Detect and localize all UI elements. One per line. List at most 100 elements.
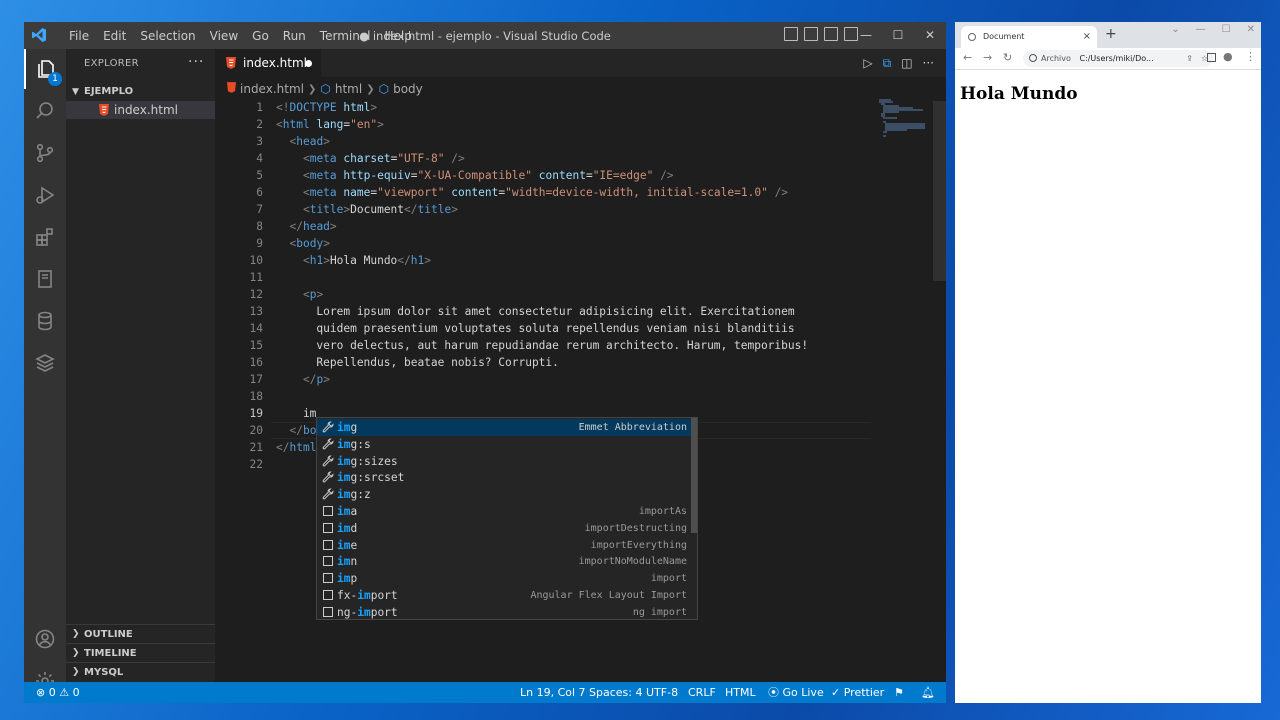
editor-scrollbar[interactable]	[933, 99, 946, 682]
suggestion-item[interactable]: fx-import Angular Flex Layout Import	[317, 587, 691, 604]
code-line[interactable]: 13 Lorem ipsum dolor sit amet consectetu…	[215, 303, 875, 320]
suggestion-item[interactable]: imp import	[317, 570, 691, 587]
browser-menu-chevron-icon[interactable]: ⌄	[1171, 24, 1179, 35]
toggle-sidebar-icon[interactable]	[784, 27, 798, 41]
browser-tab[interactable]: Document ×	[961, 26, 1097, 48]
mysql-section[interactable]: ❯ MYSQL	[66, 662, 215, 681]
scrollbar-thumb[interactable]	[933, 101, 946, 281]
code-line[interactable]: 11	[215, 269, 875, 286]
code-line[interactable]: 9 <body>	[215, 235, 875, 252]
code-line[interactable]: 17 </p>	[215, 371, 875, 388]
code-line[interactable]: 18	[215, 388, 875, 405]
browser-close-button[interactable]: ✕	[1247, 24, 1255, 35]
profile-icon[interactable]: ●	[1223, 50, 1233, 63]
code-text: <meta charset="UTF-8" />	[302, 152, 465, 165]
close-window-button[interactable]: ✕	[914, 22, 946, 49]
notebook-icon[interactable]	[24, 259, 66, 299]
menu-selection[interactable]: Selection	[133, 29, 202, 43]
line-number: 20	[249, 424, 263, 437]
prettier-button[interactable]: ✓ Prettier	[831, 682, 884, 703]
code-line[interactable]: 7 <title>Document</title>	[215, 201, 875, 218]
menu-run[interactable]: Run	[276, 29, 313, 43]
code-line[interactable]: 10 <h1>Hola Mundo</h1>	[215, 252, 875, 269]
share-icon[interactable]: ⇪	[1186, 50, 1193, 67]
close-tab-icon[interactable]: ×	[1083, 26, 1091, 48]
menu-file[interactable]: File	[62, 29, 96, 43]
run-debug-icon[interactable]	[24, 175, 66, 215]
code-line[interactable]: 14 quidem praesentium voluptates soluta …	[215, 320, 875, 337]
run-icon[interactable]: ▷	[863, 56, 872, 71]
code-line[interactable]: 5 <meta http-equiv="X-UA-Compatible" con…	[215, 167, 875, 184]
search-icon[interactable]	[24, 91, 66, 131]
file-index-html[interactable]: index.html	[66, 101, 215, 119]
explorer-icon[interactable]: 1	[24, 49, 66, 89]
code-line[interactable]: 15 vero delectus, aut harum repudiandae …	[215, 337, 875, 354]
extensions-icon[interactable]	[24, 217, 66, 257]
code-line[interactable]: 16 Repellendus, beatae nobis? Corrupti.	[215, 354, 875, 371]
broadcast-icon: ⦿	[768, 686, 779, 699]
new-tab-button[interactable]: +	[1105, 26, 1117, 42]
code-line[interactable]: 8 </head>	[215, 218, 875, 235]
suggestion-item[interactable]: ime importEverything	[317, 537, 691, 554]
breadcrumb-html[interactable]: html	[335, 82, 362, 96]
suggestion-item[interactable]: ng-import ng import	[317, 604, 691, 621]
timeline-section[interactable]: ❯ TIMELINE	[66, 643, 215, 662]
outline-section[interactable]: ❯ OUTLINE	[66, 624, 215, 643]
suggestion-item[interactable]: img:s	[317, 436, 691, 453]
breadcrumb-body[interactable]: body	[393, 82, 423, 96]
code-text: <meta name="viewport" content="width=dev…	[302, 186, 789, 199]
suggestion-label: imp	[337, 572, 358, 586]
open-preview-icon[interactable]: ⧉	[883, 56, 892, 71]
split-editor-icon[interactable]: ◫	[901, 56, 912, 71]
suggestion-scrollbar[interactable]	[691, 418, 697, 533]
browser-minimize-button[interactable]: —	[1196, 24, 1206, 35]
suggestion-item[interactable]: ima importAs	[317, 503, 691, 520]
toggle-panel-icon[interactable]	[804, 27, 818, 41]
indentation[interactable]: Spaces: 4	[589, 682, 642, 703]
breadcrumb-file[interactable]: index.html	[240, 82, 304, 96]
toggle-secondary-sidebar-icon[interactable]	[824, 27, 838, 41]
menu-edit[interactable]: Edit	[96, 29, 133, 43]
suggestion-item[interactable]: img:srcset	[317, 469, 691, 486]
language-mode[interactable]: HTML	[725, 682, 756, 703]
go-live-button[interactable]: ⦿ Go Live	[768, 682, 824, 703]
code-line[interactable]: 12 <p>	[215, 286, 875, 303]
bell-icon[interactable]: 🔔︎	[921, 682, 935, 703]
minimap[interactable]	[879, 99, 929, 139]
reload-icon[interactable]: ↻	[1003, 51, 1012, 64]
menu-go[interactable]: Go	[245, 29, 276, 43]
suggestion-item[interactable]: img:sizes	[317, 453, 691, 470]
source-control-icon[interactable]	[24, 133, 66, 173]
explorer-more-button[interactable]: ···	[188, 54, 204, 70]
account-icon[interactable]	[24, 619, 66, 659]
code-line[interactable]: 3 <head>	[215, 133, 875, 150]
back-icon[interactable]: ←	[963, 51, 972, 64]
code-line[interactable]: 6 <meta name="viewport" content="width=d…	[215, 184, 875, 201]
feedback-icon[interactable]: ⚑	[894, 682, 904, 703]
end-of-line[interactable]: CRLF	[688, 682, 716, 703]
problems-status[interactable]: ⊗ 0 ⚠ 0	[36, 682, 80, 703]
cursor-position[interactable]: Ln 19, Col 7	[520, 682, 586, 703]
browser-maximize-button[interactable]: ☐	[1222, 24, 1231, 35]
code-line[interactable]: 4 <meta charset="UTF-8" />	[215, 150, 875, 167]
more-actions-icon[interactable]: ···	[923, 56, 934, 71]
encoding[interactable]: UTF-8	[646, 682, 678, 703]
forward-icon[interactable]: →	[983, 51, 992, 64]
folder-ejemplo[interactable]: ▼ EJEMPLO	[66, 83, 215, 101]
menu-view[interactable]: View	[203, 29, 245, 43]
unsaved-dot-icon[interactable]	[305, 60, 312, 67]
browser-menu-icon[interactable]: ⋮	[1245, 50, 1256, 63]
address-bar[interactable]: Archivo C:/Users/miki/Do... ⇪ ☆	[1023, 50, 1213, 67]
code-line[interactable]: 2 <html lang="en">	[215, 116, 875, 133]
suggestion-item[interactable]: img:z	[317, 486, 691, 503]
code-line[interactable]: 1 <!DOCTYPE html>	[215, 99, 875, 116]
side-panel-icon[interactable]	[1207, 53, 1216, 62]
suggestion-item[interactable]: img Emmet Abbreviation	[317, 419, 691, 436]
maximize-button[interactable]: ☐	[882, 22, 914, 49]
suggestion-item[interactable]: imn importNoModuleName	[317, 553, 691, 570]
minimize-button[interactable]: —	[850, 22, 882, 49]
layers-icon[interactable]	[24, 343, 66, 383]
database-icon[interactable]	[24, 301, 66, 341]
suggestion-item[interactable]: imd importDestructing	[317, 520, 691, 537]
tab-index-html[interactable]: index.html	[215, 49, 321, 77]
